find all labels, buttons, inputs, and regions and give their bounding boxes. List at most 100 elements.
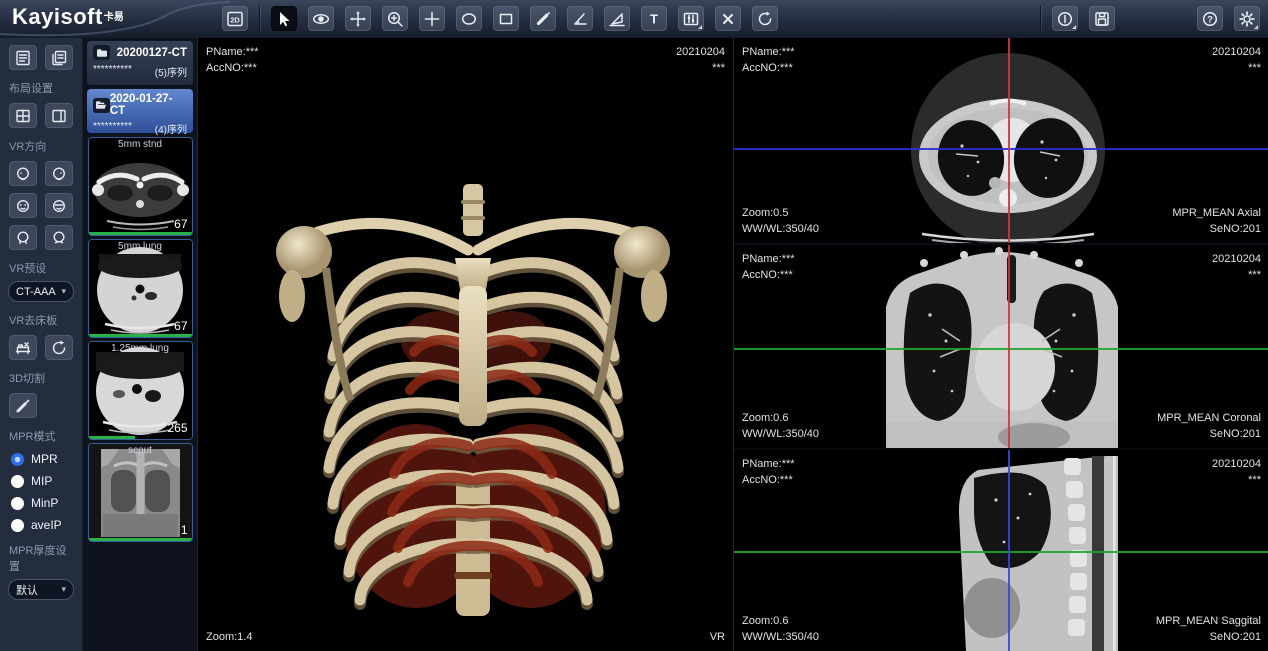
zoom-in-tool-button[interactable] [382, 6, 408, 31]
length-measure-tool-button[interactable] [530, 6, 556, 31]
axial-coronal-reference-line[interactable] [734, 148, 1268, 150]
pan-tool-button[interactable] [345, 6, 371, 31]
window-level-tool-button[interactable] [678, 6, 704, 31]
mpr-coronal-viewport[interactable]: PName:*** AccNO:*** 20210204 *** Zoom:0.… [734, 245, 1268, 450]
ellipse-roi-tool-button[interactable] [456, 6, 482, 31]
vr-patient-overlay: PName:*** AccNO:*** [206, 44, 259, 76]
cursor-tool-button[interactable] [271, 6, 297, 31]
thumbnail-progress-bar [89, 334, 192, 337]
cobb-angle-tool-button[interactable] [604, 6, 630, 31]
thumbnail-label: 5mm stnd [89, 139, 192, 150]
mpr-mode-option-aveip[interactable]: aveIP [0, 518, 82, 532]
axial-accno: AccNO:*** [742, 60, 795, 76]
rotate-3d-tool-button[interactable] [308, 6, 334, 31]
grid-layout-button[interactable] [9, 103, 37, 128]
rect-roi-tool-button[interactable] [493, 6, 519, 31]
thumbnail-scout[interactable]: scout 1 [88, 443, 193, 542]
bed-reset-button[interactable] [45, 335, 73, 360]
series-count: (5)序列 [155, 64, 187, 79]
help-button[interactable]: ? [1197, 6, 1223, 31]
vr-orient-inferior-button[interactable] [45, 225, 73, 250]
coronal-axial-reference-line[interactable] [734, 348, 1268, 350]
report-icon [14, 49, 32, 67]
vr-viewport[interactable]: PName:*** AccNO:*** 20210204 *** Zoom:1.… [198, 38, 733, 651]
mpr-column: PName:*** AccNO:*** 20210204 *** Zoom:0.… [733, 38, 1268, 651]
2d-view-button[interactable]: 2D [222, 6, 248, 31]
radio-icon[interactable] [11, 497, 24, 510]
axial-stars: *** [1212, 60, 1261, 76]
sagittal-patient-overlay: PName:*** AccNO:*** [742, 456, 795, 488]
toolbar-divider [259, 6, 260, 31]
report-button[interactable] [9, 45, 37, 70]
mpr-sagittal-viewport[interactable]: PName:*** AccNO:*** 20210204 *** Zoom:0.… [734, 450, 1268, 651]
app-window: Kayisoft卡易 2D [0, 0, 1268, 651]
text-annotation-tool-button[interactable]: T [641, 6, 667, 31]
sagittal-series-overlay: MPR_MEAN Saggital SeNO:201 [1156, 613, 1261, 645]
folder-closed-icon [93, 45, 110, 60]
vr-orient-right-icon [50, 197, 68, 215]
axial-sagittal-reference-line[interactable] [1008, 38, 1010, 243]
coronal-study-overlay: 20210204 *** [1212, 251, 1261, 283]
thumbnail-5mm-stnd[interactable]: 5mm stnd 67 [88, 137, 193, 236]
vr-preset-select[interactable]: CT-AAA ▾ [8, 281, 74, 302]
left-sidebar: 布局设置 VR方向 [0, 38, 83, 651]
vr-orient-left-icon [14, 197, 32, 215]
coronal-zoom-overlay: Zoom:0.6 WW/WL:350/40 [742, 410, 819, 442]
axial-wwwl: WW/WL:350/40 [742, 221, 819, 237]
radio-icon[interactable] [11, 453, 24, 466]
report-copy-button[interactable] [45, 45, 73, 70]
vr-remove-bed-label: VR去床板 [0, 312, 82, 328]
vr-accno: AccNO:*** [206, 60, 259, 76]
pan-icon [349, 10, 367, 28]
sagittal-axial-reference-line[interactable] [734, 551, 1268, 553]
scalpel-button[interactable] [9, 393, 37, 418]
coronal-series-overlay: MPR_MEAN Coronal SeNO:201 [1157, 410, 1261, 442]
sagittal-accno: AccNO:*** [742, 472, 795, 488]
settings-button[interactable] [1234, 6, 1260, 31]
mpr-mode-option-label: aveIP [31, 518, 62, 532]
thumbnail-image-number: 67 [174, 319, 187, 333]
reset-view-tool-button[interactable] [752, 6, 778, 31]
vr-orient-left-button[interactable] [9, 193, 37, 218]
series-item-1[interactable]: 20200127-CT ********** (5)序列 [87, 41, 193, 85]
length-measure-icon [534, 10, 552, 28]
reset-icon [50, 339, 68, 357]
coronal-sagittal-reference-line[interactable] [1008, 245, 1010, 448]
mpr-mode-option-label: MIP [31, 474, 52, 488]
app-logo: Kayisoft卡易 [12, 4, 124, 30]
mpr-mode-option-mpr[interactable]: MPR [0, 452, 82, 466]
vr-volume-rendering [256, 156, 691, 621]
radio-icon[interactable] [11, 475, 24, 488]
remove-bed-button[interactable] [9, 335, 37, 360]
remove-bed-icon [14, 339, 32, 357]
mpr-thickness-select[interactable]: 默认 ▾ [8, 579, 74, 600]
thumbnail-125mm-lung[interactable]: 1.25mm lung 265 [88, 341, 193, 440]
vr-orient-superior-button[interactable] [9, 225, 37, 250]
split-layout-button[interactable] [45, 103, 73, 128]
split-layout-icon [50, 107, 68, 125]
vr-orient-anterior-button[interactable] [9, 161, 37, 186]
coronal-stars: *** [1212, 267, 1261, 283]
mpr-mode-option-mip[interactable]: MIP [0, 474, 82, 488]
localizer-button[interactable] [1052, 6, 1078, 31]
angle-measure-tool-button[interactable] [567, 6, 593, 31]
axial-date: 20210204 [1212, 44, 1261, 60]
radio-icon[interactable] [11, 519, 24, 532]
vr-stars: *** [676, 60, 725, 76]
sagittal-coronal-reference-line[interactable] [1008, 450, 1010, 651]
series-item-2[interactable]: 2020-01-27-CT ********** (4)序列 [87, 89, 193, 133]
vr-orient-right-button[interactable] [45, 193, 73, 218]
thumbnail-label: 5mm lung [89, 241, 192, 252]
vr-preset-value: CT-AAA [16, 286, 56, 298]
crosshair-tool-button[interactable] [419, 6, 445, 31]
vr-direction-label: VR方向 [0, 138, 82, 154]
layout-settings-label: 布局设置 [0, 80, 82, 96]
vr-orient-posterior-button[interactable] [45, 161, 73, 186]
mpr-mode-option-minp[interactable]: MinP [0, 496, 82, 510]
mpr-thickness-value: 默认 [16, 582, 38, 598]
delete-annotation-tool-button[interactable] [715, 6, 741, 31]
thumbnail-5mm-lung[interactable]: 5mm lung 67 [88, 239, 193, 338]
mpr-axial-viewport[interactable]: PName:*** AccNO:*** 20210204 *** Zoom:0.… [734, 38, 1268, 245]
scalpel-icon [14, 397, 32, 415]
save-button[interactable] [1089, 6, 1115, 31]
